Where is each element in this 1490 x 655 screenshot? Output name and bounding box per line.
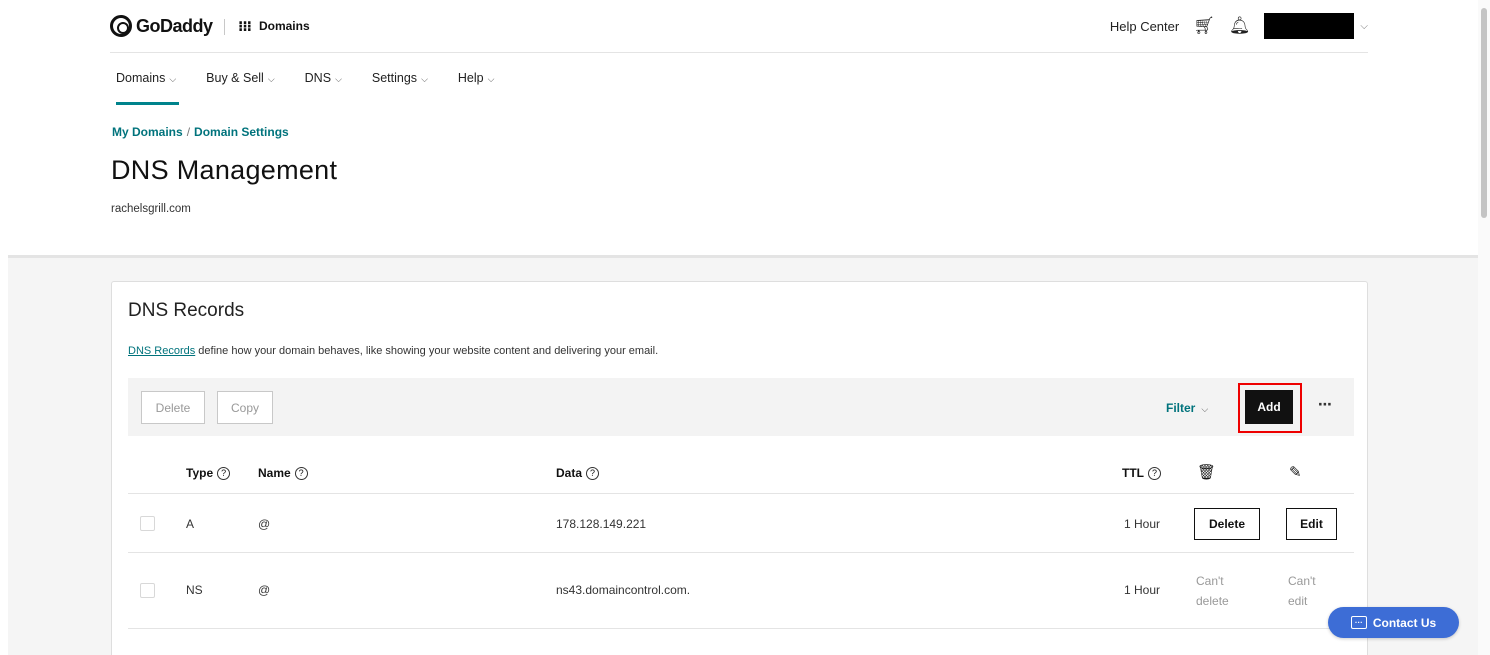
record-data: ns43.domaincontrol.com. — [556, 583, 691, 597]
record-data: 178.128.149.221 — [556, 517, 647, 531]
top-header: GoDaddy ⁝⁝⁝ Domains Help Center 🛒︎ 🔔︎ ⌵ — [110, 0, 1368, 53]
dns-records-card: DNS Records DNS Records define how your … — [111, 281, 1368, 655]
account-menu-redacted[interactable] — [1264, 13, 1355, 39]
cant-edit-text: Can't edit — [1288, 574, 1316, 608]
nav-label: Help — [457, 71, 484, 85]
row-checkbox[interactable] — [140, 516, 155, 531]
grid-apps-icon: ⁝⁝⁝ — [238, 18, 252, 34]
chat-icon: ··· — [1350, 616, 1367, 629]
more-options-icon[interactable]: ⋯ — [1318, 396, 1333, 413]
record-name: @ — [258, 583, 271, 597]
page-title: DNS Management — [111, 155, 338, 185]
record-type: A — [186, 517, 195, 531]
nav-label: DNS — [304, 71, 332, 85]
column-data[interactable]: Data? — [556, 466, 600, 480]
bulk-copy-button[interactable]: Copy — [217, 391, 273, 424]
column-label: Type — [186, 466, 214, 480]
table-header: Type? Name? Data? TTL? 🗑︎ ✎ — [128, 458, 1354, 494]
breadcrumb-my-domains[interactable]: My Domains — [112, 125, 183, 139]
chevron-down-icon: ⌵ — [267, 74, 275, 84]
nav-item-domains[interactable]: Domains ⌵ — [116, 71, 180, 105]
help-icon[interactable]: ? — [586, 466, 600, 480]
add-record-button[interactable]: Add — [1245, 390, 1293, 424]
column-type[interactable]: Type? — [186, 466, 231, 480]
bell-icon[interactable]: 🔔︎ — [1229, 16, 1251, 36]
apps-label: Domains — [258, 19, 310, 33]
header-actions: Help Center 🛒︎ 🔔︎ ⌵ — [1110, 13, 1368, 39]
card-title: DNS Records — [128, 300, 245, 321]
dns-records-link[interactable]: DNS Records — [128, 345, 195, 357]
nav-label: Buy & Sell — [206, 71, 264, 85]
brand-name: GoDaddy — [136, 15, 213, 36]
breadcrumb-domain-settings[interactable]: Domain Settings — [194, 125, 289, 139]
cart-icon[interactable]: 🛒︎ — [1193, 16, 1215, 36]
nav-label: Domains — [116, 71, 166, 85]
nav-label: Settings — [371, 71, 418, 85]
filter-label: Filter — [1166, 401, 1196, 415]
godaddy-logo-icon — [110, 15, 132, 37]
main-nav: Domains ⌵ Buy & Sell ⌵ DNS ⌵ Settings ⌵ Help… — [116, 71, 495, 105]
apps-menu[interactable]: ⁝⁝⁝ Domains — [238, 19, 310, 33]
nav-item-help[interactable]: Help ⌵ — [458, 71, 495, 95]
records-toolbar: Delete Copy Filter ⌵ Add ⋯ — [128, 378, 1354, 436]
domain-name: rachelsgrill.com — [111, 203, 191, 215]
row-edit-button[interactable]: Edit — [1286, 508, 1337, 540]
scrollbar-thumb[interactable] — [1481, 8, 1487, 218]
help-icon[interactable]: ? — [294, 466, 308, 480]
nav-item-buy-sell[interactable]: Buy & Sell ⌵ — [206, 71, 275, 95]
row-delete-button[interactable]: Delete — [1194, 508, 1260, 540]
chevron-down-icon: ⌵ — [487, 74, 495, 84]
column-label: Data — [556, 466, 583, 480]
trash-icon: 🗑︎ — [1197, 464, 1217, 481]
chevron-down-icon: ⌵ — [421, 74, 428, 84]
column-ttl[interactable]: TTL? — [1122, 466, 1161, 480]
help-center-link[interactable]: Help Center — [1110, 19, 1179, 34]
godaddy-logo[interactable]: GoDaddy — [110, 15, 213, 37]
breadcrumb-separator: / — [186, 125, 191, 139]
description-text: define how your domain behaves, like sho… — [195, 345, 659, 357]
chevron-down-icon: ⌵ — [335, 74, 342, 84]
bulk-delete-button[interactable]: Delete — [141, 391, 205, 424]
filter-dropdown[interactable]: Filter ⌵ — [1166, 401, 1208, 415]
record-ttl: 1 Hour — [1124, 583, 1161, 597]
cant-delete-text: Can't delete — [1196, 574, 1229, 608]
contact-us-button[interactable]: ··· Contact Us — [1328, 607, 1459, 638]
nav-item-settings[interactable]: Settings ⌵ — [372, 71, 428, 95]
table-row: A @ 178.128.149.221 1 Hour Delete Edit — [128, 494, 1354, 553]
nav-item-dns[interactable]: DNS ⌵ — [305, 71, 342, 95]
pencil-icon: ✎ — [1289, 464, 1302, 481]
record-type: NS — [186, 583, 203, 597]
record-name: @ — [258, 517, 271, 531]
help-icon[interactable]: ? — [217, 466, 231, 480]
column-label: TTL — [1122, 466, 1144, 480]
chevron-down-icon: ⌵ — [169, 74, 177, 84]
column-label: Name — [258, 466, 291, 480]
contact-label: Contact Us — [1372, 615, 1437, 630]
card-description: DNS Records define how your domain behav… — [128, 345, 658, 357]
header-divider — [224, 19, 225, 35]
table-row: NS @ ns43.domaincontrol.com. 1 Hour Can'… — [128, 553, 1354, 629]
page-scrollbar[interactable] — [1478, 0, 1490, 655]
column-name[interactable]: Name? — [258, 466, 308, 480]
breadcrumb: My Domains / Domain Settings — [112, 125, 289, 139]
help-icon[interactable]: ? — [1148, 466, 1161, 480]
record-ttl: 1 Hour — [1124, 517, 1161, 531]
row-checkbox — [140, 583, 155, 598]
chevron-down-icon: ⌵ — [1201, 404, 1209, 414]
chevron-down-icon[interactable]: ⌵ — [1360, 21, 1368, 32]
